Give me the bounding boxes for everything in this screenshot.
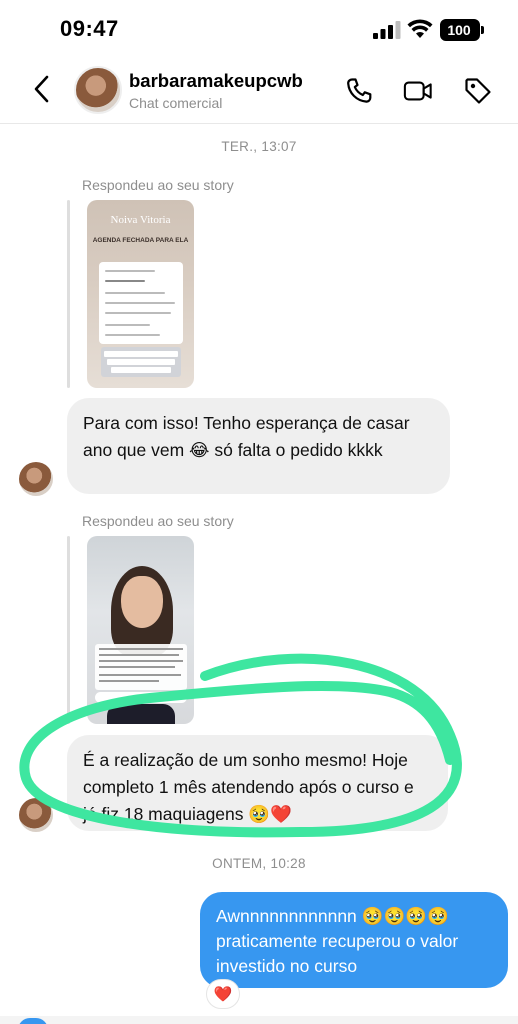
status-time: 09:47: [60, 16, 119, 41]
story-thumb-title: Noiva Vitoria: [110, 214, 171, 226]
battery-icon: 100: [440, 19, 480, 41]
wifi-icon: [407, 19, 433, 38]
story-thumb-card: [99, 262, 183, 344]
story-reply-label: Respondeu ao seu story: [82, 177, 234, 193]
story-thumb-face: [121, 576, 163, 628]
tag-icon[interactable]: [463, 76, 493, 106]
timestamp: TER., 13:07: [221, 139, 297, 154]
story-reply-label: Respondeu ao seu story: [82, 513, 234, 529]
message-outgoing[interactable]: Awnnnnnnnnnnnn 🥹🥹🥹🥹 praticamente recuper…: [200, 892, 508, 988]
avatar[interactable]: [19, 798, 53, 832]
story-thumbnail[interactable]: Noiva Vitoria AGENDA FECHADA PARA ELA: [87, 200, 194, 388]
story-reply-bar: [67, 200, 70, 388]
avatar[interactable]: [74, 66, 122, 114]
video-icon[interactable]: [403, 76, 433, 106]
reaction-heart-icon[interactable]: ❤️: [206, 979, 240, 1009]
avatar[interactable]: [19, 462, 53, 496]
signal-icon: [373, 21, 401, 39]
story-thumb-caption: AGENDA FECHADA PARA ELA: [92, 237, 189, 244]
contact-subtitle: Chat comercial: [129, 95, 223, 111]
story-reply-bar: [67, 536, 70, 724]
story-thumb-keyboard: [101, 347, 181, 377]
battery-level: 100: [447, 22, 471, 38]
chat-header: barbaramakeupcwb Chat comercial: [0, 56, 518, 124]
phone-icon[interactable]: [344, 76, 374, 106]
story-thumb-text: [95, 644, 187, 690]
story-thumb-dress: [107, 704, 175, 724]
message-incoming[interactable]: Para com isso! Tenho esperança de casar …: [67, 398, 450, 494]
story-thumb-cta: [95, 692, 187, 703]
story-thumbnail[interactable]: [87, 536, 194, 724]
contact-name[interactable]: barbaramakeupcwb: [129, 70, 303, 92]
status-bar: 09:47 100: [0, 0, 518, 56]
timestamp: ONTEM, 10:28: [212, 856, 306, 871]
back-icon[interactable]: [30, 74, 54, 104]
message-incoming[interactable]: É a realização de um sonho mesmo! Hoje c…: [67, 735, 448, 831]
message-composer[interactable]: [0, 1016, 518, 1024]
battery-cap: [481, 26, 484, 34]
